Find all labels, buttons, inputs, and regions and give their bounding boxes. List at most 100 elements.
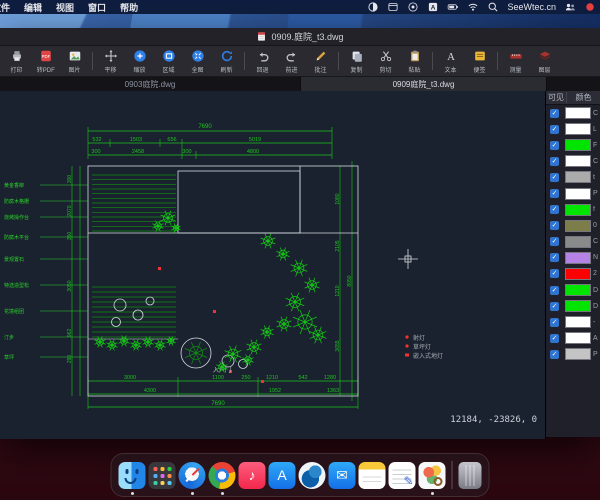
- document-tab[interactable]: 0909庭院_t3.dwg: [301, 77, 547, 91]
- svg-text:2070: 2070: [67, 205, 73, 216]
- layer-row: ✓ t: [546, 169, 600, 185]
- dock-cadviewer[interactable]: [298, 461, 326, 489]
- dock-trash[interactable]: [458, 461, 482, 489]
- menu-item[interactable]: 帮助: [120, 1, 138, 14]
- menu-item[interactable]: 文件: [0, 1, 10, 14]
- svg-text:1100: 1100: [212, 375, 224, 381]
- layer-visibility-checkbox[interactable]: ✓: [550, 317, 559, 327]
- svg-text:300: 300: [91, 149, 100, 155]
- record-icon[interactable]: [407, 1, 419, 13]
- layer-color-swatch[interactable]: [565, 219, 591, 232]
- layer-color-swatch[interactable]: [565, 332, 591, 345]
- inputa-icon[interactable]: A: [427, 1, 439, 13]
- wifi-icon[interactable]: [467, 1, 479, 13]
- menu-item[interactable]: 视图: [56, 1, 74, 14]
- layer-color-swatch[interactable]: [565, 316, 591, 329]
- dock-launchpad[interactable]: [148, 461, 176, 489]
- toolbar-measure-button[interactable]: 测量: [501, 49, 530, 74]
- layer-color-swatch[interactable]: [565, 235, 591, 248]
- layer-visibility-checkbox[interactable]: ✓: [550, 285, 559, 295]
- svg-text:3000: 3000: [124, 375, 136, 381]
- layer-color-swatch[interactable]: [565, 284, 591, 297]
- layer-visibility-checkbox[interactable]: ✓: [550, 269, 559, 279]
- halfmoon-icon[interactable]: [367, 1, 379, 13]
- layer-visibility-checkbox[interactable]: ✓: [550, 221, 559, 231]
- layer-visibility-checkbox[interactable]: ✓: [550, 237, 559, 247]
- layer-color-swatch[interactable]: [565, 348, 591, 361]
- layer-visibility-checkbox[interactable]: ✓: [550, 253, 559, 263]
- tab-label: 0909庭院_t3.dwg: [392, 79, 455, 89]
- winicon-icon[interactable]: [387, 1, 399, 13]
- layer-color-swatch[interactable]: [565, 171, 591, 184]
- dock-textedit[interactable]: [388, 461, 416, 489]
- toolbar-fit-button[interactable]: 全图: [183, 49, 212, 74]
- layer-visibility-checkbox[interactable]: ✓: [550, 172, 559, 182]
- layer-color-swatch[interactable]: [565, 267, 591, 280]
- toolbar-area-button[interactable]: 区域: [154, 49, 183, 74]
- layer-visibility-checkbox[interactable]: ✓: [550, 349, 559, 359]
- copy-icon: [350, 49, 364, 63]
- layer-visibility-checkbox[interactable]: ✓: [550, 156, 559, 166]
- svg-text:4800: 4800: [247, 149, 259, 155]
- cad-drawing[interactable]: 7690 532 1503 656 5019 300 2458 300 4800 300 2070 3…: [0, 91, 545, 439]
- toolbar-pan-button[interactable]: 平移: [96, 49, 125, 74]
- toolbar-separator: [92, 52, 93, 70]
- toolbar-refresh-button[interactable]: 刷新: [212, 49, 241, 74]
- menu-item[interactable]: 窗口: [88, 1, 106, 14]
- dock-appstore[interactable]: A: [268, 461, 296, 489]
- layer-color-swatch[interactable]: [565, 155, 591, 168]
- svg-text:542: 542: [298, 375, 307, 381]
- toolbar-printer-button[interactable]: 打印: [2, 49, 31, 74]
- toolbar-undo-button[interactable]: 回退: [248, 49, 277, 74]
- toolbar-copy-button[interactable]: 复制: [342, 49, 371, 74]
- toolbar-text-button[interactable]: A 文本: [436, 49, 465, 74]
- toolbar-pdf-button[interactable]: PDF 转PDF: [31, 49, 60, 74]
- dock-safari[interactable]: [178, 461, 206, 495]
- search-icon[interactable]: [487, 1, 499, 13]
- svg-text:PDF: PDF: [41, 54, 50, 59]
- document-icon: [256, 31, 267, 42]
- layers-panel: 可见 颜色 ✓ C ✓ L ✓ F ✓ C ✓ t ✓ P ✓ f ✓ 0 ✓ C ✓ N ✓ 2 ✓ D ✓ D ✓ - ✓ A ✓ P: [546, 91, 600, 437]
- menu-item[interactable]: 编辑: [24, 1, 42, 14]
- layer-visibility-checkbox[interactable]: ✓: [550, 333, 559, 343]
- layer-color-swatch[interactable]: [565, 123, 591, 136]
- menubar-status-text[interactable]: SeeWtec.cn: [507, 2, 556, 12]
- cut-icon: [379, 49, 393, 63]
- layer-visibility-checkbox[interactable]: ✓: [550, 301, 559, 311]
- layer-color-swatch[interactable]: [565, 203, 591, 216]
- dock-music[interactable]: ♪: [238, 461, 266, 489]
- layer-row: ✓ A: [546, 330, 600, 346]
- layer-visibility-checkbox[interactable]: ✓: [550, 189, 559, 199]
- toolbar-paste-button[interactable]: 粘贴: [400, 49, 429, 74]
- toolbar-zoom-button[interactable]: 缩放: [125, 49, 154, 74]
- dock-chrome[interactable]: [208, 461, 236, 495]
- toolbar-note-button[interactable]: 便签: [465, 49, 494, 74]
- document-tab[interactable]: 0903庭院.dwg: [0, 77, 301, 91]
- layer-color-swatch[interactable]: [565, 300, 591, 313]
- toolbar-layers-button[interactable]: 图层: [530, 49, 559, 74]
- dock-notes[interactable]: [358, 461, 386, 489]
- reddot-icon[interactable]: [584, 1, 596, 13]
- toolbar-pencil-button[interactable]: 批注: [306, 49, 335, 74]
- cad-canvas[interactable]: 7690 532 1503 656 5019 300 2458 300 4800 300 2070 3…: [0, 91, 546, 439]
- dock-preview[interactable]: [418, 461, 446, 495]
- battery-icon[interactable]: [447, 1, 459, 13]
- toolbar-cut-button[interactable]: 剪切: [371, 49, 400, 74]
- layer-visibility-checkbox[interactable]: ✓: [550, 205, 559, 215]
- layer-color-swatch[interactable]: [565, 107, 591, 120]
- tab-label: 0903庭院.dwg: [124, 79, 176, 89]
- userswitch-icon[interactable]: [564, 1, 576, 13]
- toolbar-item-label: 测量: [509, 66, 522, 74]
- dock-separator: [451, 461, 453, 489]
- layer-color-swatch[interactable]: [565, 139, 591, 152]
- layer-color-swatch[interactable]: [565, 187, 591, 200]
- layer-visibility-checkbox[interactable]: ✓: [550, 140, 559, 150]
- layer-visibility-checkbox[interactable]: ✓: [550, 108, 559, 118]
- window-titlebar[interactable]: 0909.庭院_t3.dwg: [0, 28, 600, 46]
- toolbar-redo-button[interactable]: 前进: [277, 49, 306, 74]
- layer-visibility-checkbox[interactable]: ✓: [550, 124, 559, 134]
- toolbar-image-button[interactable]: 图片: [60, 49, 89, 74]
- dock-mail[interactable]: ✉: [328, 461, 356, 489]
- layer-color-swatch[interactable]: [565, 251, 591, 264]
- dock-finder[interactable]: [118, 461, 146, 495]
